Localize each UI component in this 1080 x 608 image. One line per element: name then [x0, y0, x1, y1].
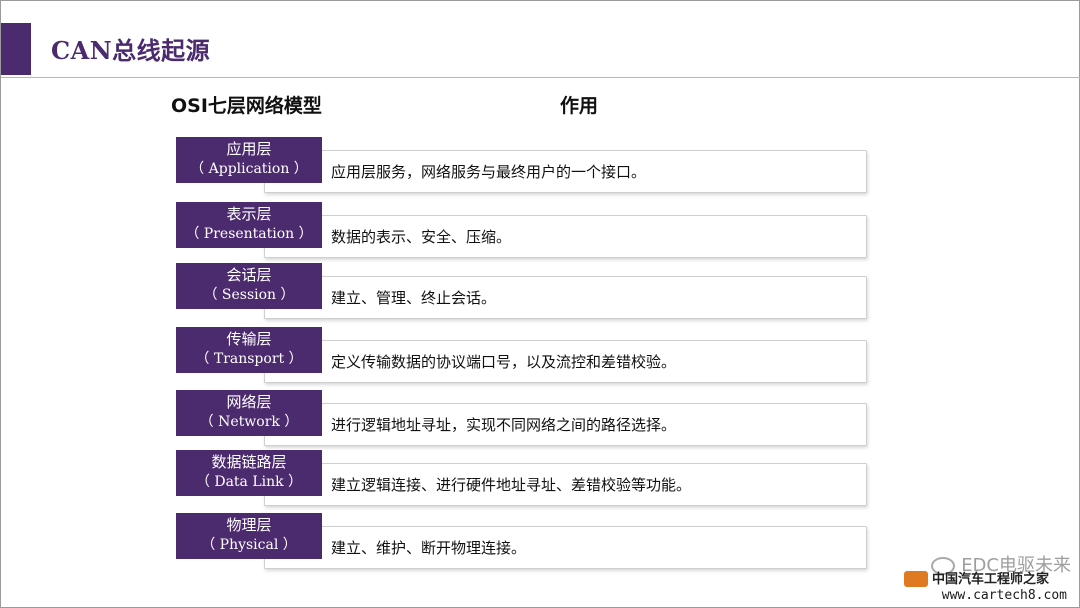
layer-name-en: （ Application ）: [190, 161, 308, 177]
title-divider: [1, 77, 1080, 78]
watermark-site-cn: 中国汽车工程师之家: [931, 571, 1049, 587]
layer-description: 建立逻辑连接、进行硬件地址寻址、差错校验等功能。: [331, 476, 692, 494]
layer-description: 进行逻辑地址寻址，实现不同网络之间的路径选择。: [331, 416, 677, 434]
layer-label-box: 数据链路层 （ Data Link ）: [176, 450, 322, 496]
watermark-site-url: www.cartech8.com: [941, 588, 1067, 603]
layer-name-cn: 数据链路层: [211, 453, 287, 471]
watermark-site-name: 中国汽车工程师之家: [903, 568, 1049, 587]
layer-label-box: 传输层 （ Transport ）: [176, 327, 322, 373]
layer-description: 数据的表示、安全、压缩。: [331, 228, 512, 246]
layer-description: 建立、维护、断开物理连接。: [331, 539, 527, 557]
title-accent-bar: [1, 23, 31, 75]
layer-row-session: 建立、管理、终止会话。 会话层 （ Session ）: [176, 263, 868, 319]
layer-label-box: 网络层 （ Network ）: [176, 390, 322, 436]
layer-name-en: （ Data Link ）: [195, 474, 303, 490]
layer-row-presentation: 数据的表示、安全、压缩。 表示层 （ Presentation ）: [176, 202, 868, 258]
layer-name-en: （ Physical ）: [201, 537, 297, 553]
layer-label-box: 会话层 （ Session ）: [176, 263, 322, 309]
layer-label-box: 物理层 （ Physical ）: [176, 513, 322, 559]
layer-name-cn: 物理层: [226, 516, 272, 534]
header-osi-model: OSI七层网络模型: [171, 95, 322, 117]
layer-description: 建立、管理、终止会话。: [331, 289, 497, 307]
layer-description: 定义传输数据的协议端口号，以及流控和差错校验。: [331, 353, 677, 371]
layer-name-en: （ Transport ）: [195, 351, 303, 367]
layer-name-cn: 会话层: [226, 266, 272, 284]
layer-name-cn: 表示层: [226, 205, 272, 223]
layer-row-network: 进行逻辑地址寻址，实现不同网络之间的路径选择。 网络层 （ Network ）: [176, 390, 868, 446]
header-function: 作用: [560, 95, 599, 117]
layer-row-transport: 定义传输数据的协议端口号，以及流控和差错校验。 传输层 （ Transport …: [176, 327, 868, 383]
layer-row-data-link: 建立逻辑连接、进行硬件地址寻址、差错校验等功能。 数据链路层 （ Data Li…: [176, 450, 868, 506]
layer-name-cn: 传输层: [226, 330, 272, 348]
layer-name-en: （ Session ）: [203, 287, 295, 303]
car-logo-icon: [903, 571, 928, 587]
layer-description: 应用层服务，网络服务与最终用户的一个接口。: [331, 163, 647, 181]
layer-name-en: （ Network ）: [199, 414, 299, 430]
layer-name-en: （ Presentation ）: [185, 226, 313, 242]
layer-label-box: 表示层 （ Presentation ）: [176, 202, 322, 248]
slide: CAN总线起源 OSI七层网络模型 作用 应用层服务，网络服务与最终用户的一个接…: [0, 0, 1080, 608]
layer-row-physical: 建立、维护、断开物理连接。 物理层 （ Physical ）: [176, 513, 868, 569]
layer-label-box: 应用层 （ Application ）: [176, 137, 322, 183]
slide-title: CAN总线起源: [51, 36, 211, 65]
layer-name-cn: 应用层: [226, 140, 272, 158]
layer-name-cn: 网络层: [226, 393, 272, 411]
layer-row-application: 应用层服务，网络服务与最终用户的一个接口。 应用层 （ Application …: [176, 137, 868, 193]
